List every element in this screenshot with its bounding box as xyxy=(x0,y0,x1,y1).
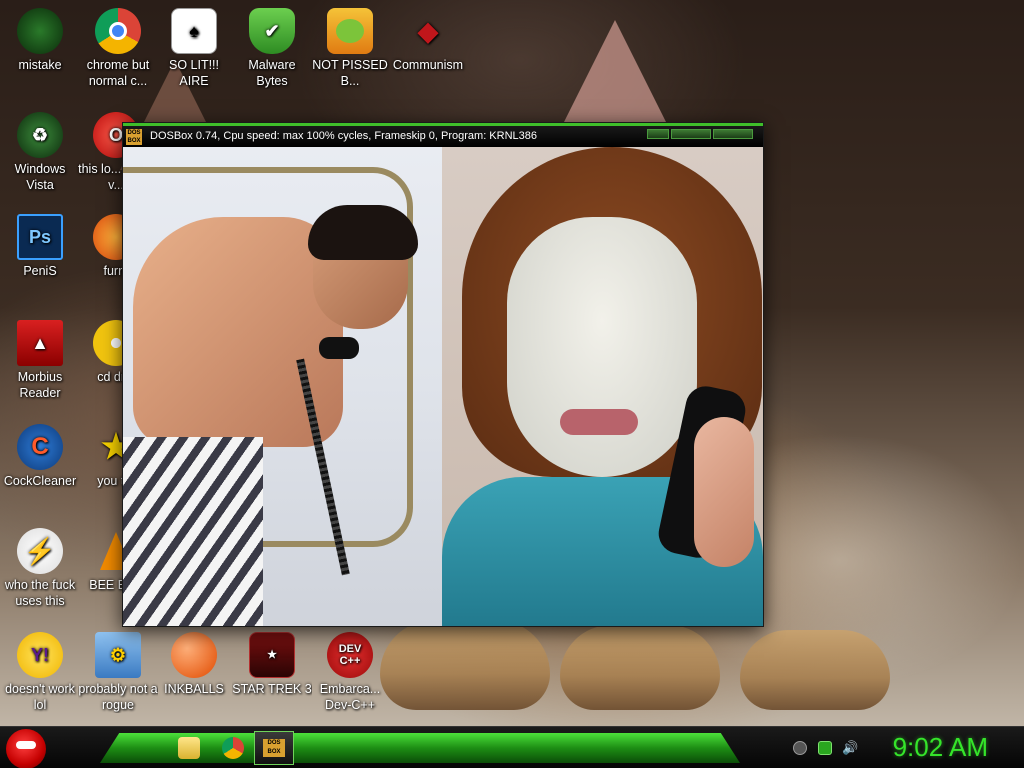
yahoo-messenger-icon: Y! xyxy=(17,632,63,678)
desktop-icon-malwarebytes[interactable]: ✔ Malware Bytes xyxy=(232,8,312,89)
photo-man-on-phone xyxy=(123,147,442,626)
start-button[interactable] xyxy=(6,729,46,768)
green-orb-icon xyxy=(17,8,63,54)
desktop-icon-label: Windows Vista xyxy=(14,162,66,192)
desktop-icon-label: Malware Bytes xyxy=(248,58,296,88)
maximize-button[interactable] xyxy=(671,129,711,139)
taskbar: DOS BOX 🔊 9:02 AM xyxy=(0,726,1024,768)
dosbox-taskbar-button[interactable]: DOS BOX xyxy=(254,731,294,765)
desktop-icon-communism[interactable]: ◆ Communism xyxy=(388,8,468,73)
dosbox-icon: DOS BOX xyxy=(126,129,142,145)
desktop-icon-star-trek[interactable]: ★ STAR TREK 3 xyxy=(232,632,312,697)
desktop-icon-windows-vista[interactable]: ♻ Windows Vista xyxy=(0,112,80,193)
desktop-icon-label: CockCleaner xyxy=(3,474,77,488)
dosbox-title: DOSBox 0.74, Cpu speed: max 100% cycles,… xyxy=(150,130,538,142)
desktop-icon-label: SO LIT!!! AIRE xyxy=(168,58,219,88)
desktop-icon-angry-birds[interactable]: NOT PISSED B... xyxy=(310,8,390,89)
minimize-button[interactable] xyxy=(647,129,669,139)
desktop-icon-inkball[interactable]: INKBALLS xyxy=(154,632,234,697)
desktop-icon-label: mistake xyxy=(18,58,62,72)
folder-icon[interactable] xyxy=(178,737,200,759)
taskbar-clock[interactable]: 9:02 AM xyxy=(893,732,988,763)
face-mask xyxy=(507,217,697,477)
desktop-icon-mistake[interactable]: mistake xyxy=(0,8,80,73)
settings-monitor-icon: ⚙ xyxy=(95,632,141,678)
inkball-icon xyxy=(171,632,217,678)
desktop-icon-settings-monitor[interactable]: ⚙ probably not a rogue xyxy=(78,632,158,713)
phone-handset xyxy=(319,337,359,359)
desktop-icon-photoshop[interactable]: Ps PeniS xyxy=(0,214,80,279)
hand xyxy=(694,417,754,567)
desktop-icon-solitaire[interactable]: ♠ SO LIT!!! AIRE xyxy=(154,8,234,89)
desktop-icon-label: who the fuck uses this xyxy=(4,578,76,608)
window-controls xyxy=(647,129,753,139)
desktop-icon-label: Embarca... Dev-C++ xyxy=(319,682,381,712)
shield-check-icon: ✔ xyxy=(249,8,295,54)
desktop-icon-label: chrome but normal c... xyxy=(86,58,150,88)
desktop-icon-label: INKBALLS xyxy=(164,682,224,696)
desktop-icon-morbius-reader[interactable]: ▲ Morbius Reader xyxy=(0,320,80,401)
dosbox-window[interactable]: DOS BOX DOSBox 0.74, Cpu speed: max 100%… xyxy=(122,122,764,627)
tray-chevron-icon[interactable] xyxy=(793,741,807,755)
dosbox-content[interactable] xyxy=(123,147,763,626)
chrome-icon xyxy=(95,8,141,54)
desktop-icon-chrome[interactable]: chrome but normal c... xyxy=(78,8,158,89)
desktop-icon-label: NOT PISSED B... xyxy=(312,58,388,88)
angry-birds-pig-icon xyxy=(327,8,373,54)
wallpaper-cat-paw xyxy=(740,630,890,710)
close-button[interactable] xyxy=(713,129,753,139)
dosbox-titlebar[interactable]: DOS BOX DOSBox 0.74, Cpu speed: max 100%… xyxy=(123,123,763,147)
striped-pants xyxy=(123,437,263,626)
desktop-icon-label: Communism xyxy=(392,58,464,72)
lightning-icon: ⚡ xyxy=(17,528,63,574)
wallpaper-cat-paw xyxy=(560,625,720,710)
star-trek-icon: ★ xyxy=(249,632,295,678)
recycle-orb-icon: ♻ xyxy=(17,112,63,158)
desktop-icon-label: doesn't work lol xyxy=(5,682,75,712)
desktop-icon-devcpp[interactable]: DEV C++ Embarca... Dev-C++ xyxy=(310,632,390,713)
desktop-icon-label: STAR TREK 3 xyxy=(232,682,312,696)
wallpaper-cat-ear-right xyxy=(560,20,670,130)
mouth xyxy=(560,409,638,435)
pdf-reader-icon: ▲ xyxy=(17,320,63,366)
dosbox-taskbar-icon: DOS BOX xyxy=(263,739,285,757)
desktop-icon-ccleaner[interactable]: C CockCleaner xyxy=(0,424,80,489)
angry-bird-icon xyxy=(16,741,36,749)
chrome-taskbar-icon[interactable] xyxy=(222,737,244,759)
photoshop-icon: Ps xyxy=(17,214,63,260)
volume-icon[interactable]: 🔊 xyxy=(842,741,858,755)
hair xyxy=(308,205,418,260)
devcpp-icon: DEV C++ xyxy=(327,632,373,678)
red-emblem-icon: ◆ xyxy=(418,16,438,46)
ccleaner-icon: C xyxy=(17,424,63,470)
photo-woman-face-mask xyxy=(442,147,763,626)
desktop-icon-lightning[interactable]: ⚡ who the fuck uses this xyxy=(0,528,80,609)
desktop-icon-label: probably not a rogue xyxy=(78,682,158,712)
wallpaper-cat-paw xyxy=(380,620,550,710)
desktop-icon-label: Morbius Reader xyxy=(17,370,63,400)
desktop-icon-yahoo[interactable]: Y! doesn't work lol xyxy=(0,632,80,713)
network-icon[interactable] xyxy=(818,741,832,755)
solitaire-cards-icon: ♠ xyxy=(171,8,217,54)
desktop-icon-label: PeniS xyxy=(23,264,57,278)
